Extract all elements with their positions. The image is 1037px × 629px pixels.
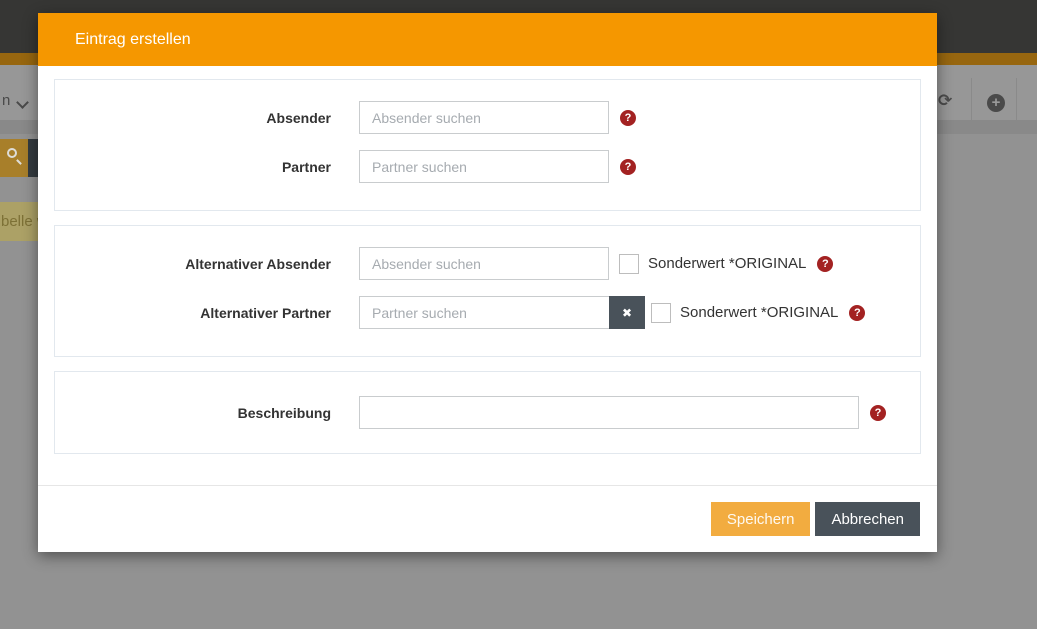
clear-input-button[interactable]: ✖ [609, 296, 645, 329]
toolbar-divider [1016, 78, 1017, 120]
save-button[interactable]: Speichern [711, 502, 811, 536]
sonderwert-checkbox[interactable] [619, 254, 639, 274]
cancel-button[interactable]: Abbrechen [815, 502, 920, 536]
form-row-alt-absender: Alternativer Absender Sonderwert *ORIGIN… [55, 247, 920, 280]
form-row-beschreibung: Beschreibung ? [55, 396, 920, 429]
alt-partner-input[interactable] [359, 296, 609, 329]
form-row-partner: Partner ? [55, 150, 920, 183]
dialog-footer: Speichern Abbrechen [38, 485, 937, 549]
help-icon[interactable]: ? [849, 305, 865, 321]
toolbar-divider [971, 78, 972, 120]
search-icon [7, 148, 17, 158]
alt-partner-label: Alternativer Partner [55, 305, 331, 321]
add-icon[interactable]: + [987, 94, 1005, 112]
create-entry-dialog: Eintrag erstellen Absender ? Partner ? A… [38, 13, 937, 552]
dialog-header: Eintrag erstellen [38, 13, 937, 66]
partner-label: Partner [55, 159, 331, 175]
sonderwert-checkbox[interactable] [651, 303, 671, 323]
beschreibung-label: Beschreibung [55, 405, 331, 421]
dropdown-partial-label[interactable]: n [2, 92, 10, 109]
dialog-title: Eintrag erstellen [75, 31, 191, 49]
beschreibung-input[interactable] [359, 396, 859, 429]
refresh-icon[interactable]: ⟳ [938, 91, 952, 111]
sonderwert-label: Sonderwert *ORIGINAL [648, 255, 806, 272]
alt-absender-label: Alternativer Absender [55, 256, 331, 272]
alt-absender-input[interactable] [359, 247, 609, 280]
help-icon[interactable]: ? [620, 110, 636, 126]
help-icon[interactable]: ? [870, 405, 886, 421]
help-icon[interactable]: ? [817, 256, 833, 272]
form-row-absender: Absender ? [55, 101, 920, 134]
close-icon: ✖ [622, 306, 632, 320]
dialog-body: Absender ? Partner ? Alternativer Absend… [38, 66, 937, 454]
alt-partner-input-group: ✖ [359, 296, 645, 329]
absender-input[interactable] [359, 101, 609, 134]
description-section: Beschreibung ? [54, 371, 921, 454]
form-row-alt-partner: Alternativer Partner ✖ Sonderwert *ORIGI… [55, 296, 920, 329]
absender-label: Absender [55, 110, 331, 126]
help-icon[interactable]: ? [620, 159, 636, 175]
sender-partner-section: Absender ? Partner ? [54, 79, 921, 211]
partner-input[interactable] [359, 150, 609, 183]
alternative-section: Alternativer Absender Sonderwert *ORIGIN… [54, 225, 921, 357]
sonderwert-label: Sonderwert *ORIGINAL [680, 304, 838, 321]
search-button[interactable] [0, 139, 28, 177]
